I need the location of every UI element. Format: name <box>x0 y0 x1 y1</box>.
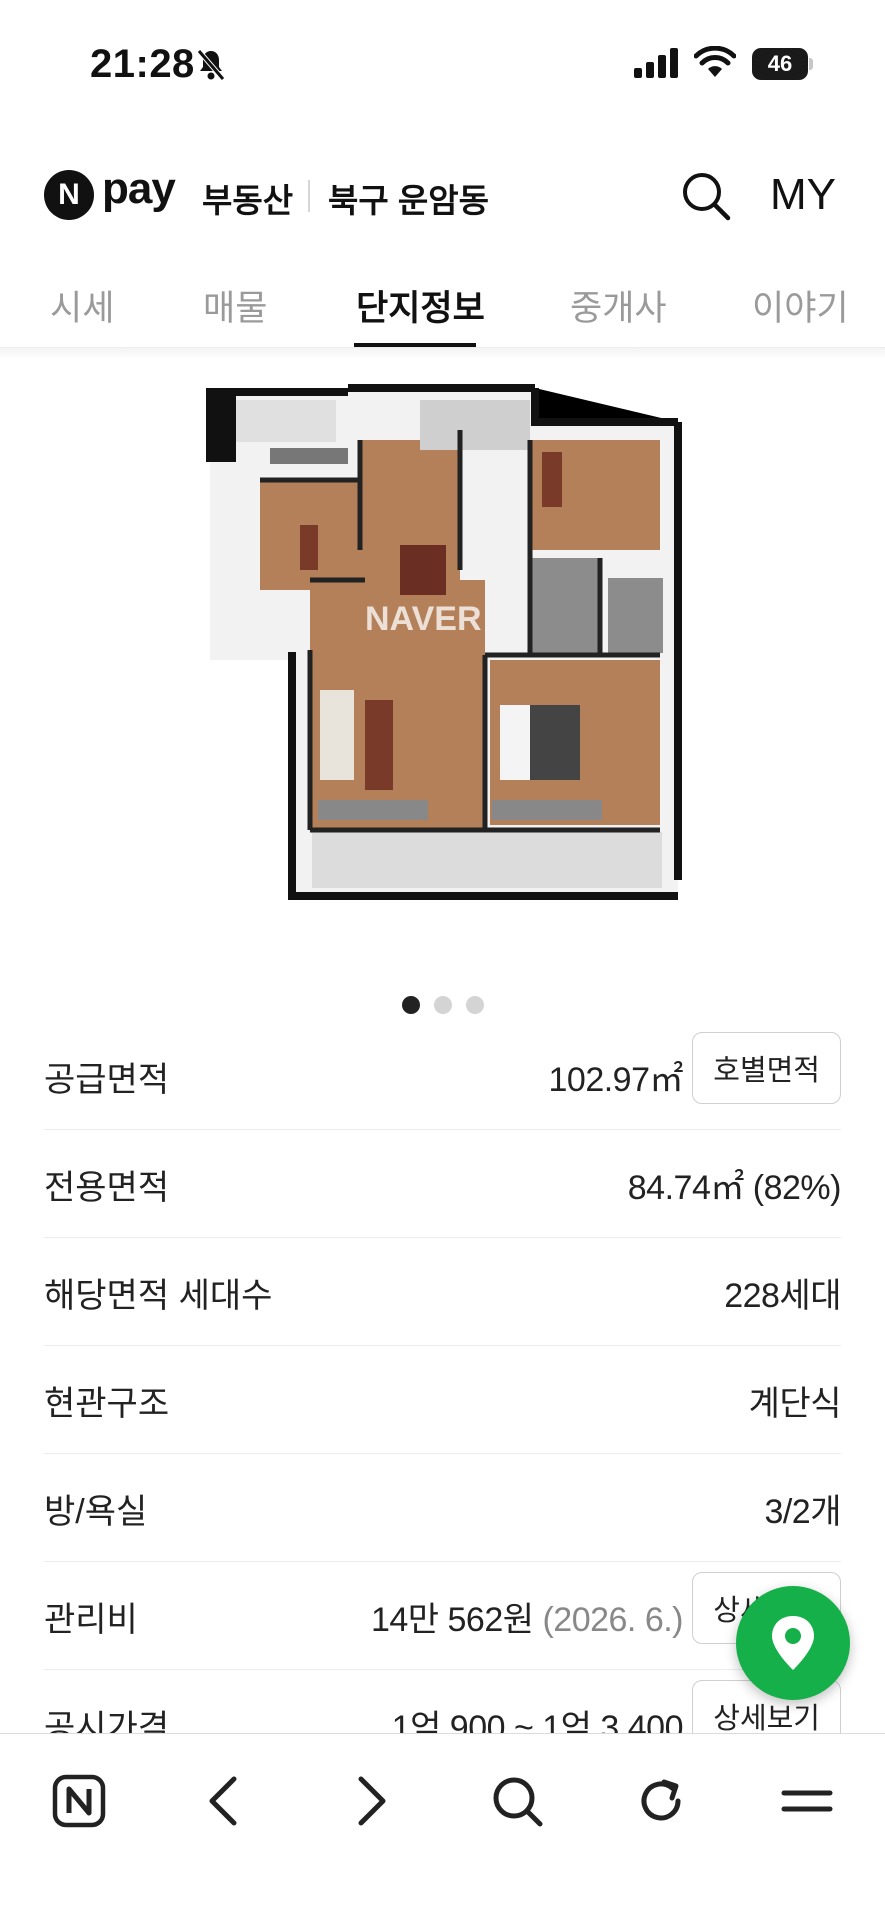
maintenance-fee-date: (2026. 6.) <box>542 1601 683 1639</box>
tabs-shadow <box>0 348 885 360</box>
unit-area-button[interactable]: 호별면적 <box>692 1032 841 1104</box>
info-row-rooms-baths: 방/욕실 3/2개 <box>44 1454 841 1562</box>
info-value: 228세대 <box>724 1277 841 1315</box>
carousel-dot-1[interactable] <box>402 996 420 1014</box>
active-tab-indicator <box>354 343 476 347</box>
service-title[interactable]: 부동산 <box>202 174 293 222</box>
map-pin-icon <box>772 1616 814 1670</box>
floorplan-watermark: NAVER <box>365 600 482 638</box>
refresh-icon[interactable] <box>626 1766 696 1836</box>
tab-stories[interactable]: 이야기 <box>752 280 849 331</box>
info-value: 84.74㎡ (82%) <box>627 1169 842 1207</box>
info-label: 관리비 <box>44 1601 138 1639</box>
cellular-signal-icon <box>634 48 680 83</box>
back-icon[interactable] <box>189 1766 259 1836</box>
tab-listings[interactable]: 매물 <box>203 280 267 331</box>
info-row-entrance-type: 현관구조 계단식 <box>44 1346 842 1454</box>
app-header: N pay 부동산 북구 운암동 MY <box>0 150 885 240</box>
search-icon[interactable] <box>680 170 732 227</box>
naver-logo-icon[interactable]: N <box>44 170 94 220</box>
tab-bar: 시세 매물 단지정보 중개사 이야기 <box>0 268 885 348</box>
info-label: 현관구조 <box>44 1385 170 1423</box>
region-title[interactable]: 북구 운암동 <box>328 174 489 222</box>
info-label: 방/욕실 <box>44 1493 148 1531</box>
battery-cap <box>809 58 813 70</box>
complex-info-list: 공급면적 102.97㎡ 호별면적 전용면적 84.74㎡ (82%) 해당면적… <box>44 1022 842 1778</box>
info-row-exclusive-area: 전용면적 84.74㎡ (82%) <box>44 1130 842 1238</box>
info-label: 공급면적 <box>44 1061 170 1099</box>
battery-level: 46 <box>752 48 808 80</box>
pay-logo[interactable]: pay <box>102 164 176 214</box>
tab-price[interactable]: 시세 <box>50 280 114 331</box>
bell-muted-icon <box>196 48 226 87</box>
maintenance-fee-amount: 14만 562원 <box>370 1601 534 1639</box>
carousel-indicator <box>402 996 492 1016</box>
header-divider <box>308 180 310 212</box>
status-bar: 21:28 46 <box>0 0 885 120</box>
my-page-button[interactable]: MY <box>770 170 836 220</box>
browser-toolbar <box>0 1733 885 1920</box>
forward-icon[interactable] <box>336 1766 406 1836</box>
menu-icon[interactable] <box>772 1766 842 1836</box>
info-value: 계단식 <box>748 1385 842 1423</box>
carousel-dot-2[interactable] <box>434 996 452 1014</box>
wifi-icon <box>693 45 737 83</box>
info-row-maintenance-fee: 관리비 14만 562원 (2026. 6.) 상세보기 <box>44 1562 841 1670</box>
info-label: 전용면적 <box>44 1169 170 1207</box>
info-row-supply-area: 공급면적 102.97㎡ 호별면적 <box>44 1022 841 1130</box>
info-value: 102.97㎡ <box>548 1061 684 1099</box>
floorplan-image[interactable]: NAVER <box>200 380 690 900</box>
tab-complex-info[interactable]: 단지정보 <box>356 280 485 331</box>
search-icon[interactable] <box>482 1766 552 1836</box>
tab-agents[interactable]: 중개사 <box>570 280 667 331</box>
info-value: 3/2개 <box>764 1493 841 1531</box>
info-row-households: 해당면적 세대수 228세대 <box>44 1238 841 1346</box>
carousel-dot-3[interactable] <box>466 996 484 1014</box>
info-value: 14만 562원 (2026. 6.) <box>370 1592 684 1641</box>
map-location-button[interactable] <box>736 1586 850 1700</box>
naver-home-icon[interactable] <box>44 1766 114 1836</box>
status-time: 21:28 <box>90 42 195 86</box>
info-label: 해당면적 세대수 <box>44 1277 273 1315</box>
